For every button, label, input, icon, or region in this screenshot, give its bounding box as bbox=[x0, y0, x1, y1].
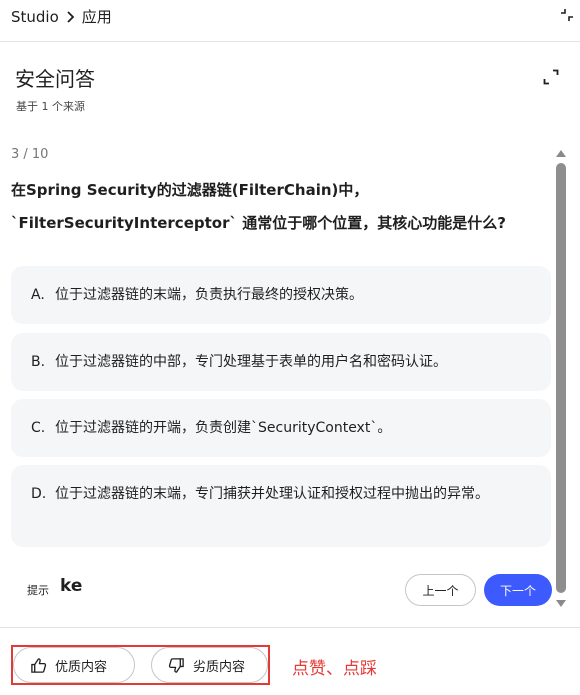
source-count: 基于 1 个来源 bbox=[16, 100, 85, 113]
option-text: 位于过滤器链的中部，专门处理基于表单的用户名和密码认证。 bbox=[55, 354, 447, 370]
option-text: 位于过滤器链的开端，负责创建`SecurityContext`。 bbox=[55, 420, 392, 436]
question-text: 在Spring Security的过滤器链(FilterChain)中，`Fil… bbox=[11, 181, 506, 232]
page-title: 安全问答 bbox=[15, 67, 95, 91]
scroll-thumb[interactable] bbox=[556, 163, 566, 593]
scrollbar[interactable] bbox=[554, 148, 568, 610]
expand-icon[interactable] bbox=[543, 69, 559, 85]
option-letter: C. bbox=[31, 420, 46, 436]
next-button[interactable]: 下一个 bbox=[484, 574, 552, 606]
scroll-down-arrow-icon[interactable] bbox=[556, 600, 566, 607]
previous-button[interactable]: 上一个 bbox=[405, 574, 476, 606]
option-c[interactable]: C. 位于过滤器链的开端，负责创建`SecurityContext`。 bbox=[11, 399, 551, 457]
breadcrumb-current: 应用 bbox=[81, 8, 112, 26]
annotation-text: 点赞、点踩 bbox=[292, 659, 377, 679]
chevron-right-icon bbox=[67, 10, 75, 23]
divider bbox=[0, 627, 580, 628]
hint-value: ke bbox=[60, 576, 83, 596]
option-letter: A. bbox=[31, 287, 45, 303]
option-text: 位于过滤器链的末端，负责执行最终的授权决策。 bbox=[55, 287, 363, 303]
option-letter: D. bbox=[31, 486, 47, 502]
option-a[interactable]: A. 位于过滤器链的末端，负责执行最终的授权决策。 bbox=[11, 266, 551, 324]
annotation-highlight-box bbox=[11, 645, 270, 685]
question-counter: 3 / 10 bbox=[11, 147, 49, 162]
breadcrumb-studio[interactable]: Studio bbox=[11, 8, 59, 26]
collapse-icon[interactable] bbox=[560, 8, 574, 22]
option-text: 位于过滤器链的末端，专门捕获并处理认证和授权过程中抛出的异常。 bbox=[55, 486, 489, 502]
option-d[interactable]: D. 位于过滤器链的末端，专门捕获并处理认证和授权过程中抛出的异常。 bbox=[11, 465, 551, 547]
breadcrumb: Studio 应用 bbox=[11, 6, 112, 27]
scroll-up-arrow-icon[interactable] bbox=[556, 150, 566, 157]
option-letter: B. bbox=[31, 354, 46, 370]
option-b[interactable]: B. 位于过滤器链的中部，专门处理基于表单的用户名和密码认证。 bbox=[11, 333, 551, 391]
hint-label[interactable]: 提示 bbox=[27, 582, 49, 598]
top-bar: Studio 应用 bbox=[0, 0, 580, 42]
